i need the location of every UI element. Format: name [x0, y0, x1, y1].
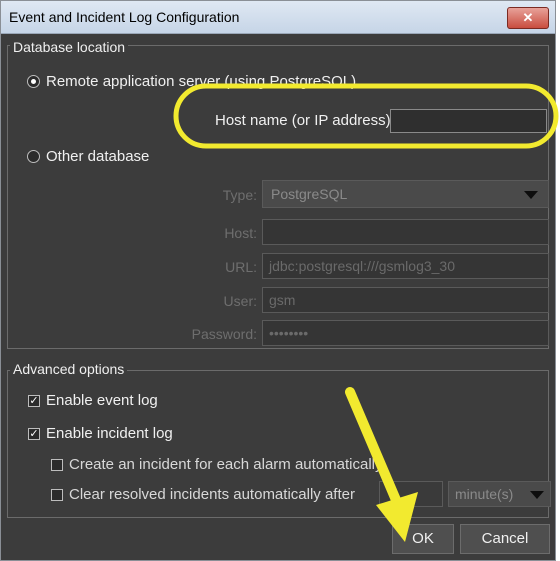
- password-input[interactable]: ••••••••: [262, 320, 549, 346]
- url-label: URL:: [225, 259, 257, 275]
- ok-button[interactable]: OK: [392, 524, 454, 554]
- other-database-option[interactable]: Other database: [27, 148, 149, 165]
- create-incident-option[interactable]: Create an incident for each alarm automa…: [51, 456, 383, 473]
- clear-resolved-label: Clear resolved incidents automatically a…: [69, 486, 355, 503]
- chevron-down-icon: [524, 191, 538, 199]
- enable-incident-log-option[interactable]: ✓ Enable incident log: [28, 425, 173, 442]
- host-name-label: Host name (or IP address):: [215, 112, 395, 129]
- cancel-button[interactable]: Cancel: [460, 524, 550, 554]
- clear-unit-select[interactable]: minute(s): [448, 481, 551, 507]
- remote-server-label: Remote application server (using Postgre…: [46, 73, 357, 90]
- type-select-value: PostgreSQL: [271, 186, 348, 202]
- advanced-options-legend: Advanced options: [10, 361, 128, 377]
- close-icon: ✕: [522, 10, 534, 25]
- remote-server-radio[interactable]: [27, 75, 40, 88]
- clear-resolved-option[interactable]: Clear resolved incidents automatically a…: [51, 486, 355, 503]
- create-incident-checkbox[interactable]: [51, 458, 63, 471]
- user-input[interactable]: gsm: [262, 287, 549, 313]
- dialog-title: Event and Incident Log Configuration: [9, 9, 240, 25]
- close-button[interactable]: ✕: [507, 7, 549, 29]
- enable-event-log-checkbox[interactable]: ✓: [28, 394, 40, 407]
- clear-resolved-checkbox[interactable]: [51, 488, 63, 501]
- remote-server-option[interactable]: Remote application server (using Postgre…: [27, 73, 356, 90]
- title-bar: Event and Incident Log Configuration ✕: [1, 1, 555, 34]
- enable-event-log-label: Enable event log: [46, 392, 158, 409]
- password-label: Password:: [191, 326, 257, 342]
- clear-interval-input[interactable]: [379, 481, 443, 507]
- url-input[interactable]: jdbc:postgresql:///gsmlog3_30: [262, 253, 549, 279]
- enable-incident-log-label: Enable incident log: [46, 425, 173, 442]
- other-database-label: Other database: [46, 148, 150, 165]
- create-incident-label: Create an incident for each alarm automa…: [69, 456, 383, 473]
- enable-incident-log-checkbox[interactable]: ✓: [28, 427, 40, 440]
- user-label: User:: [223, 293, 257, 309]
- other-database-radio[interactable]: [27, 150, 40, 163]
- database-location-legend: Database location: [10, 39, 129, 55]
- host-name-input[interactable]: [390, 109, 547, 133]
- type-label: Type:: [222, 187, 257, 203]
- host-label: Host:: [224, 225, 257, 241]
- enable-event-log-option[interactable]: ✓ Enable event log: [28, 392, 158, 409]
- type-select[interactable]: PostgreSQL: [262, 180, 549, 208]
- clear-unit-value: minute(s): [455, 486, 514, 502]
- host-input[interactable]: [262, 219, 549, 245]
- config-dialog: Event and Incident Log Configuration ✕ D…: [0, 0, 556, 561]
- unit-chevron-down-icon: [530, 491, 544, 499]
